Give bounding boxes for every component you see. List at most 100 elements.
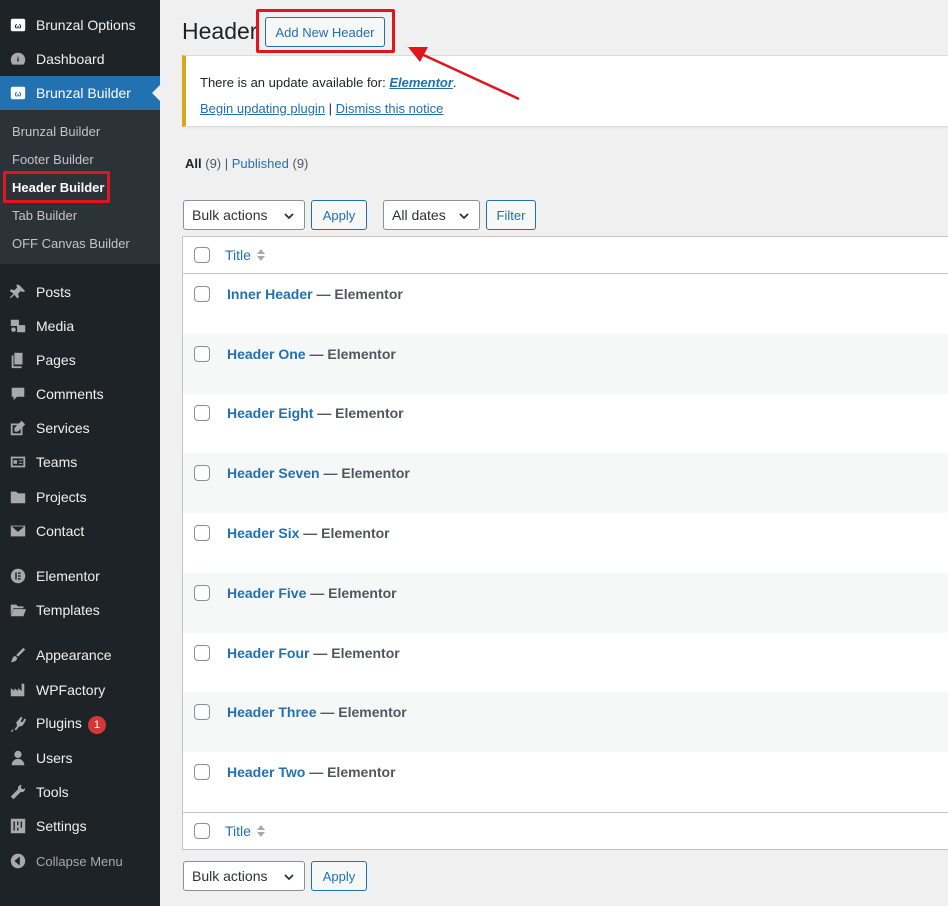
sidebar-item-elementor[interactable]: Elementor	[0, 559, 160, 593]
title-column-label: Title	[225, 247, 251, 263]
submenu-tab-builder[interactable]: Tab Builder	[12, 208, 77, 223]
row-checkbox[interactable]	[194, 286, 210, 302]
row-title: Header Two — Elementor	[227, 764, 396, 780]
row-title-link[interactable]: Header One	[227, 346, 306, 362]
sidebar-item-label: Contact	[36, 523, 85, 539]
sidebar-item-plugins[interactable]: Plugins 1	[0, 707, 160, 741]
sidebar-item-brunzal-options[interactable]: ω Brunzal Options	[0, 8, 160, 42]
sidebar-item-media[interactable]: Media	[0, 309, 160, 343]
row-title-link[interactable]: Header Two	[227, 764, 305, 780]
sidebar-item-label: Pages	[36, 352, 76, 368]
state-separator: —	[309, 645, 332, 661]
sidebar-item-appearance[interactable]: Appearance	[0, 638, 160, 672]
post-status-filter: All (9) | Published (9)	[185, 156, 308, 171]
row-checkbox[interactable]	[194, 405, 210, 421]
notice-period: .	[452, 75, 457, 90]
sidebar-item-wpfactory[interactable]: WPFactory	[0, 673, 160, 707]
title-column-label: Title	[225, 823, 251, 839]
state-separator: —	[299, 525, 322, 541]
dashboard-gauge-icon	[0, 50, 36, 68]
sidebar-item-templates[interactable]: Templates	[0, 593, 160, 627]
elementor-plugin-link[interactable]: Elementor	[389, 75, 453, 90]
table-row: Header Five — Elementor	[183, 573, 948, 633]
sidebar-item-brunzal-builder[interactable]: ω Brunzal Builder	[0, 76, 160, 110]
wrench-icon	[0, 783, 36, 801]
sidebar-item-pages[interactable]: Pages	[0, 343, 160, 377]
sidebar-item-posts[interactable]: Posts	[0, 275, 160, 309]
sidebar-item-settings[interactable]: Settings	[0, 809, 160, 843]
view-all-count: (9)	[205, 156, 222, 171]
row-state: — Elementor	[309, 645, 399, 661]
bulk-actions-select-bottom[interactable]: Bulk actions	[183, 861, 305, 891]
row-state: — Elementor	[313, 405, 403, 421]
row-title-link[interactable]: Header Four	[227, 645, 309, 661]
date-filter-select[interactable]: All dates	[383, 200, 480, 230]
view-all[interactable]: All (9)	[185, 156, 221, 171]
id-card-icon	[0, 453, 36, 471]
bulk-actions-select-top[interactable]: Bulk actions	[183, 200, 305, 230]
chevron-down-icon	[284, 874, 294, 881]
notice-message: There is an update available for:	[200, 75, 390, 90]
row-checkbox[interactable]	[194, 525, 210, 541]
row-title-link[interactable]: Header Three	[227, 704, 316, 720]
sidebar-item-projects[interactable]: Projects	[0, 480, 160, 514]
users-icon	[0, 749, 36, 767]
plugin-update-count-badge: 1	[87, 715, 106, 734]
row-checkbox[interactable]	[194, 465, 210, 481]
sidebar-item-tools[interactable]: Tools	[0, 775, 160, 809]
apply-button-bottom[interactable]: Apply	[311, 861, 367, 891]
sidebar-item-services[interactable]: Services	[0, 411, 160, 445]
chevron-down-icon	[459, 213, 469, 220]
apply-button-top[interactable]: Apply	[311, 200, 367, 230]
row-checkbox[interactable]	[194, 764, 210, 780]
row-checkbox[interactable]	[194, 346, 210, 362]
view-separator: |	[221, 156, 232, 171]
view-published-label: Published	[231, 156, 289, 171]
sidebar-item-dashboard[interactable]: Dashboard	[0, 42, 160, 76]
row-title-link[interactable]: Header Eight	[227, 405, 313, 421]
row-title: Header Six — Elementor	[227, 525, 390, 541]
view-published[interactable]: Published (9)	[232, 156, 309, 171]
select-all-checkbox[interactable]	[194, 247, 210, 263]
pushpin-icon	[0, 283, 36, 301]
title-column-sort-footer[interactable]: Title	[225, 823, 266, 839]
admin-sidebar: ω Brunzal Options Dashboard ω Brunzal Bu…	[0, 0, 160, 906]
sidebar-collapse-menu[interactable]: Collapse Menu	[0, 844, 160, 878]
state-separator: —	[319, 465, 342, 481]
select-all-checkbox-footer[interactable]	[194, 823, 210, 839]
table-row: Header Seven — Elementor	[183, 453, 948, 513]
row-title-link[interactable]: Inner Header	[227, 286, 313, 302]
row-title-link[interactable]: Header Seven	[227, 465, 320, 481]
row-state: — Elementor	[316, 704, 406, 720]
submenu-footer-builder[interactable]: Footer Builder	[12, 152, 94, 167]
row-title: Header Eight — Elementor	[227, 405, 404, 421]
row-state: — Elementor	[306, 585, 396, 601]
sidebar-item-label: Templates	[36, 602, 100, 618]
begin-updating-link[interactable]: Begin updating plugin	[200, 101, 325, 116]
submenu-brunzal-builder[interactable]: Brunzal Builder	[12, 124, 100, 139]
brunzal-logo-icon: ω	[0, 16, 36, 34]
state-label: Elementor	[335, 405, 404, 421]
submenu-header-builder[interactable]: Header Builder	[12, 180, 104, 195]
row-checkbox[interactable]	[194, 704, 210, 720]
add-new-header-button[interactable]: Add New Header	[265, 17, 385, 47]
sidebar-item-users[interactable]: Users	[0, 741, 160, 775]
table-row: Header One — Elementor	[183, 334, 948, 394]
row-title-link[interactable]: Header Five	[227, 585, 306, 601]
envelope-icon	[0, 522, 36, 540]
sidebar-item-teams[interactable]: Teams	[0, 445, 160, 479]
table-row: Header Four — Elementor	[183, 633, 948, 693]
filter-button[interactable]: Filter	[486, 200, 536, 230]
row-checkbox[interactable]	[194, 585, 210, 601]
sort-arrows-icon	[256, 825, 265, 837]
edit-icon	[0, 419, 36, 437]
sidebar-item-label: Users	[36, 750, 73, 766]
sidebar-item-comments[interactable]: Comments	[0, 377, 160, 411]
submenu-off-canvas-builder[interactable]: OFF Canvas Builder	[12, 236, 130, 251]
row-title-link[interactable]: Header Six	[227, 525, 299, 541]
row-checkbox[interactable]	[194, 645, 210, 661]
sidebar-item-contact[interactable]: Contact	[0, 514, 160, 548]
title-column-sort[interactable]: Title	[225, 247, 266, 263]
plugin-icon	[0, 715, 36, 733]
dismiss-notice-link[interactable]: Dismiss this notice	[336, 101, 444, 116]
